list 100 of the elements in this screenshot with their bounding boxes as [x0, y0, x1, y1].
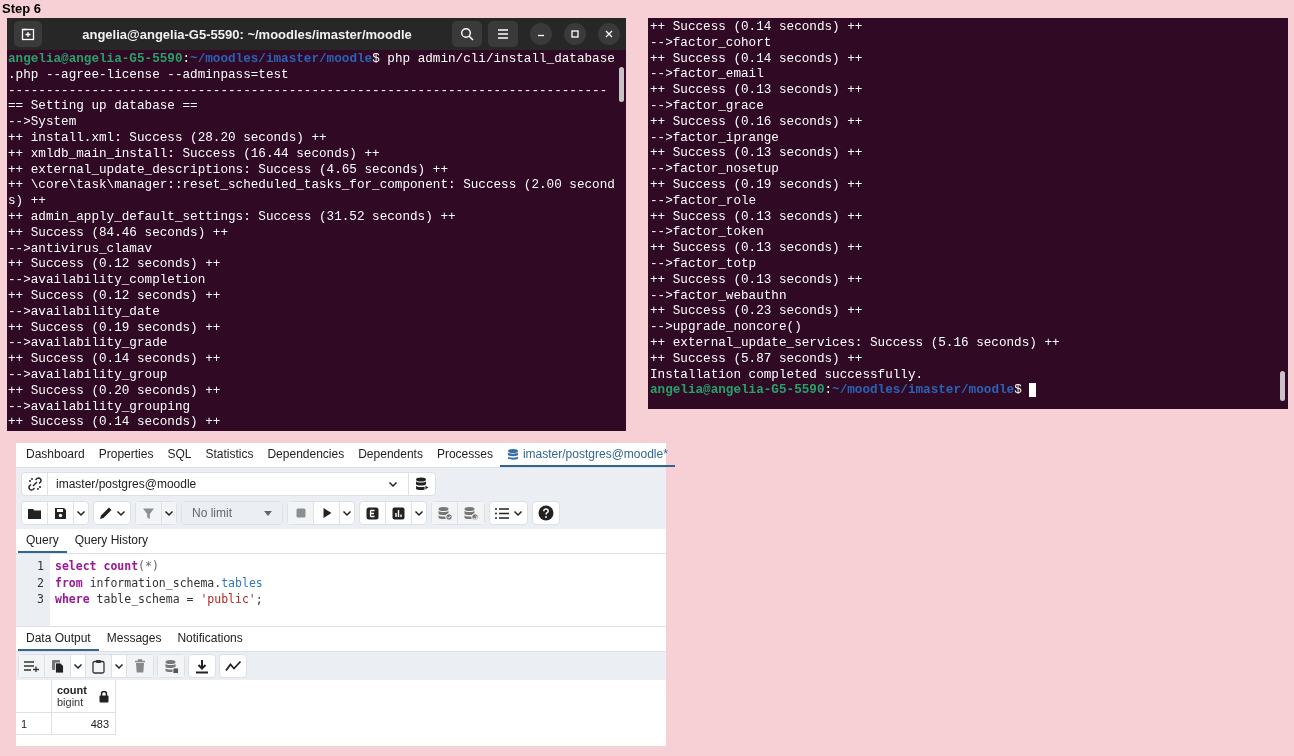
database-icon	[506, 447, 519, 461]
line-chart-icon	[224, 660, 242, 672]
caret-icon	[76, 509, 86, 517]
output-line: ++ Success (0.14 seconds) ++	[8, 351, 221, 367]
menu-icon	[496, 28, 510, 40]
command-text: $ php admin/cli/install_database	[372, 51, 615, 67]
output-line: -->factor_grace	[650, 98, 764, 114]
output-line: ++ Success (84.46 seconds) ++	[8, 224, 228, 241]
output-line: ++ Success (0.19 seconds) ++	[650, 176, 863, 193]
maximize-button[interactable]	[564, 23, 586, 45]
sql-editor[interactable]: select count(*) from information_schema.tables where table_schema = 'public';	[50, 554, 666, 626]
output-line: -->antivirus_clamav	[8, 240, 153, 257]
output-line: ++ Success (0.13 seconds) ++	[650, 271, 863, 288]
paste-button[interactable]	[86, 655, 112, 677]
output-line: ++ admin_apply_default_settings: Success (31.52 seconds) ++	[8, 208, 456, 225]
search-button[interactable]	[452, 21, 482, 47]
output-line: ++ Success (0.14 seconds) ++	[650, 19, 863, 35]
filter-icon	[142, 506, 155, 520]
filter-button[interactable]	[136, 502, 162, 524]
caret-icon	[388, 480, 398, 488]
output-line: -->availability_completion	[8, 272, 206, 288]
panel-tab[interactable]: Query History	[66, 529, 157, 553]
panel-tab[interactable]: Statistics	[198, 443, 261, 467]
output-line: ++ Success (0.20 seconds) ++	[8, 382, 221, 399]
output-line: -->availability_date	[8, 303, 160, 320]
help-icon	[538, 505, 554, 521]
folder-icon	[27, 506, 42, 520]
rollback-button[interactable]	[458, 502, 484, 524]
save-icon	[54, 506, 67, 520]
output-line: ++ Success (0.16 seconds) ++	[650, 113, 863, 130]
code-line: from information_schema.tables	[55, 574, 264, 591]
stop-icon	[294, 507, 307, 519]
prompt-path: ~/moodles/imaster/moodle	[832, 382, 1015, 399]
pen-icon	[98, 506, 113, 520]
panel-tab[interactable]: Dependents	[351, 443, 430, 467]
save-data-button[interactable]	[158, 655, 184, 677]
prompt-separator: :	[824, 382, 833, 399]
new-tab-icon	[21, 27, 35, 41]
output-line: -->factor_email	[650, 66, 764, 83]
list-icon	[494, 506, 510, 520]
output-line: ++ Success (0.23 seconds) ++	[650, 303, 863, 320]
output-line: ++ Success (0.13 seconds) ++	[650, 208, 863, 225]
database-check-icon	[436, 505, 453, 521]
code-line: where table_schema = 'public';	[55, 591, 264, 608]
caret-icon	[114, 662, 124, 670]
new-tab-button[interactable]	[14, 21, 42, 47]
output-line: -------------------------------------------------------------------------------	[8, 82, 608, 99]
step-title: Step 6	[1, 0, 41, 18]
output-line: -->factor_nosetup	[650, 161, 779, 177]
command-text: $	[1014, 382, 1022, 399]
scrollbar-thumb[interactable]	[619, 67, 624, 102]
output-line: ++ external_update_services: Success (5.16 seconds) ++	[650, 334, 1060, 351]
close-icon	[604, 29, 614, 39]
output-line: Installation completed successfully.	[650, 366, 924, 383]
caret-icon	[164, 509, 174, 517]
output-line: == Setting up database ==	[8, 98, 198, 115]
database-arrow-icon	[414, 476, 430, 492]
close-button[interactable]	[598, 23, 620, 45]
panel-tab[interactable]: Notifications	[169, 627, 251, 651]
prompt-user: angelia@angelia-G5-5590	[8, 51, 183, 67]
caret-icon	[342, 509, 352, 517]
panel-tab[interactable]: Properties	[91, 443, 161, 467]
output-line: ++ install.xml: Success (28.20 seconds) ++	[8, 130, 327, 146]
caret-icon	[513, 509, 523, 517]
add-row-button[interactable]	[19, 655, 45, 677]
output-line: ++ Success (0.13 seconds) ++	[650, 240, 863, 256]
output-line: -->availability_grade	[8, 335, 168, 352]
output-line: ++ Success (0.13 seconds) ++	[650, 82, 863, 98]
output-line: -->factor_iprange	[650, 129, 779, 146]
prompt-separator: :	[182, 51, 191, 67]
window-title: angelia@angelia-G5-5590: ~/moodles/imaster/moodle	[81, 26, 413, 42]
output-line: -->availability_grouping	[8, 398, 191, 415]
output-line: ++ Success (0.19 seconds) ++	[8, 319, 221, 336]
connection-dropdown[interactable]: imaster/postgres@moodle	[48, 473, 409, 495]
output-line: ++ Success (5.87 seconds) ++	[650, 350, 863, 367]
panel-tab[interactable]: Dashboard	[19, 443, 92, 467]
database-save-icon	[163, 658, 179, 674]
download-icon	[195, 658, 209, 674]
panel-tab[interactable]: Processes	[429, 443, 500, 467]
output-line: ++ external_update_descriptions: Success (4.65 seconds) ++	[8, 161, 448, 178]
output-line: ++ Success (0.14 seconds) ++	[650, 50, 863, 67]
column-type: bigint	[57, 696, 85, 708]
delete-button[interactable]	[127, 655, 153, 677]
output-line: ++ Success (0.14 seconds) ++	[8, 414, 221, 431]
link-icon	[26, 476, 43, 492]
output-line: -->System	[8, 114, 77, 130]
commit-button[interactable]	[432, 502, 458, 524]
panel-tab[interactable]: SQL	[160, 443, 199, 467]
row-number: 1	[16, 713, 52, 735]
copy-icon	[50, 658, 65, 674]
copy-button[interactable]	[45, 655, 71, 677]
menu-button[interactable]	[488, 21, 518, 47]
output-line: ++ Success (0.13 seconds) ++	[650, 145, 863, 162]
filter-options-button[interactable]	[162, 502, 176, 524]
panel-tab[interactable]: Messages	[98, 627, 170, 651]
maximize-icon	[570, 29, 580, 39]
panel-tab[interactable]: Dependencies	[260, 443, 352, 467]
search-icon	[460, 27, 474, 41]
scrollbar-thumb[interactable]	[1280, 371, 1285, 401]
output-line: .php --agree-license --adminpass=test	[8, 66, 289, 83]
